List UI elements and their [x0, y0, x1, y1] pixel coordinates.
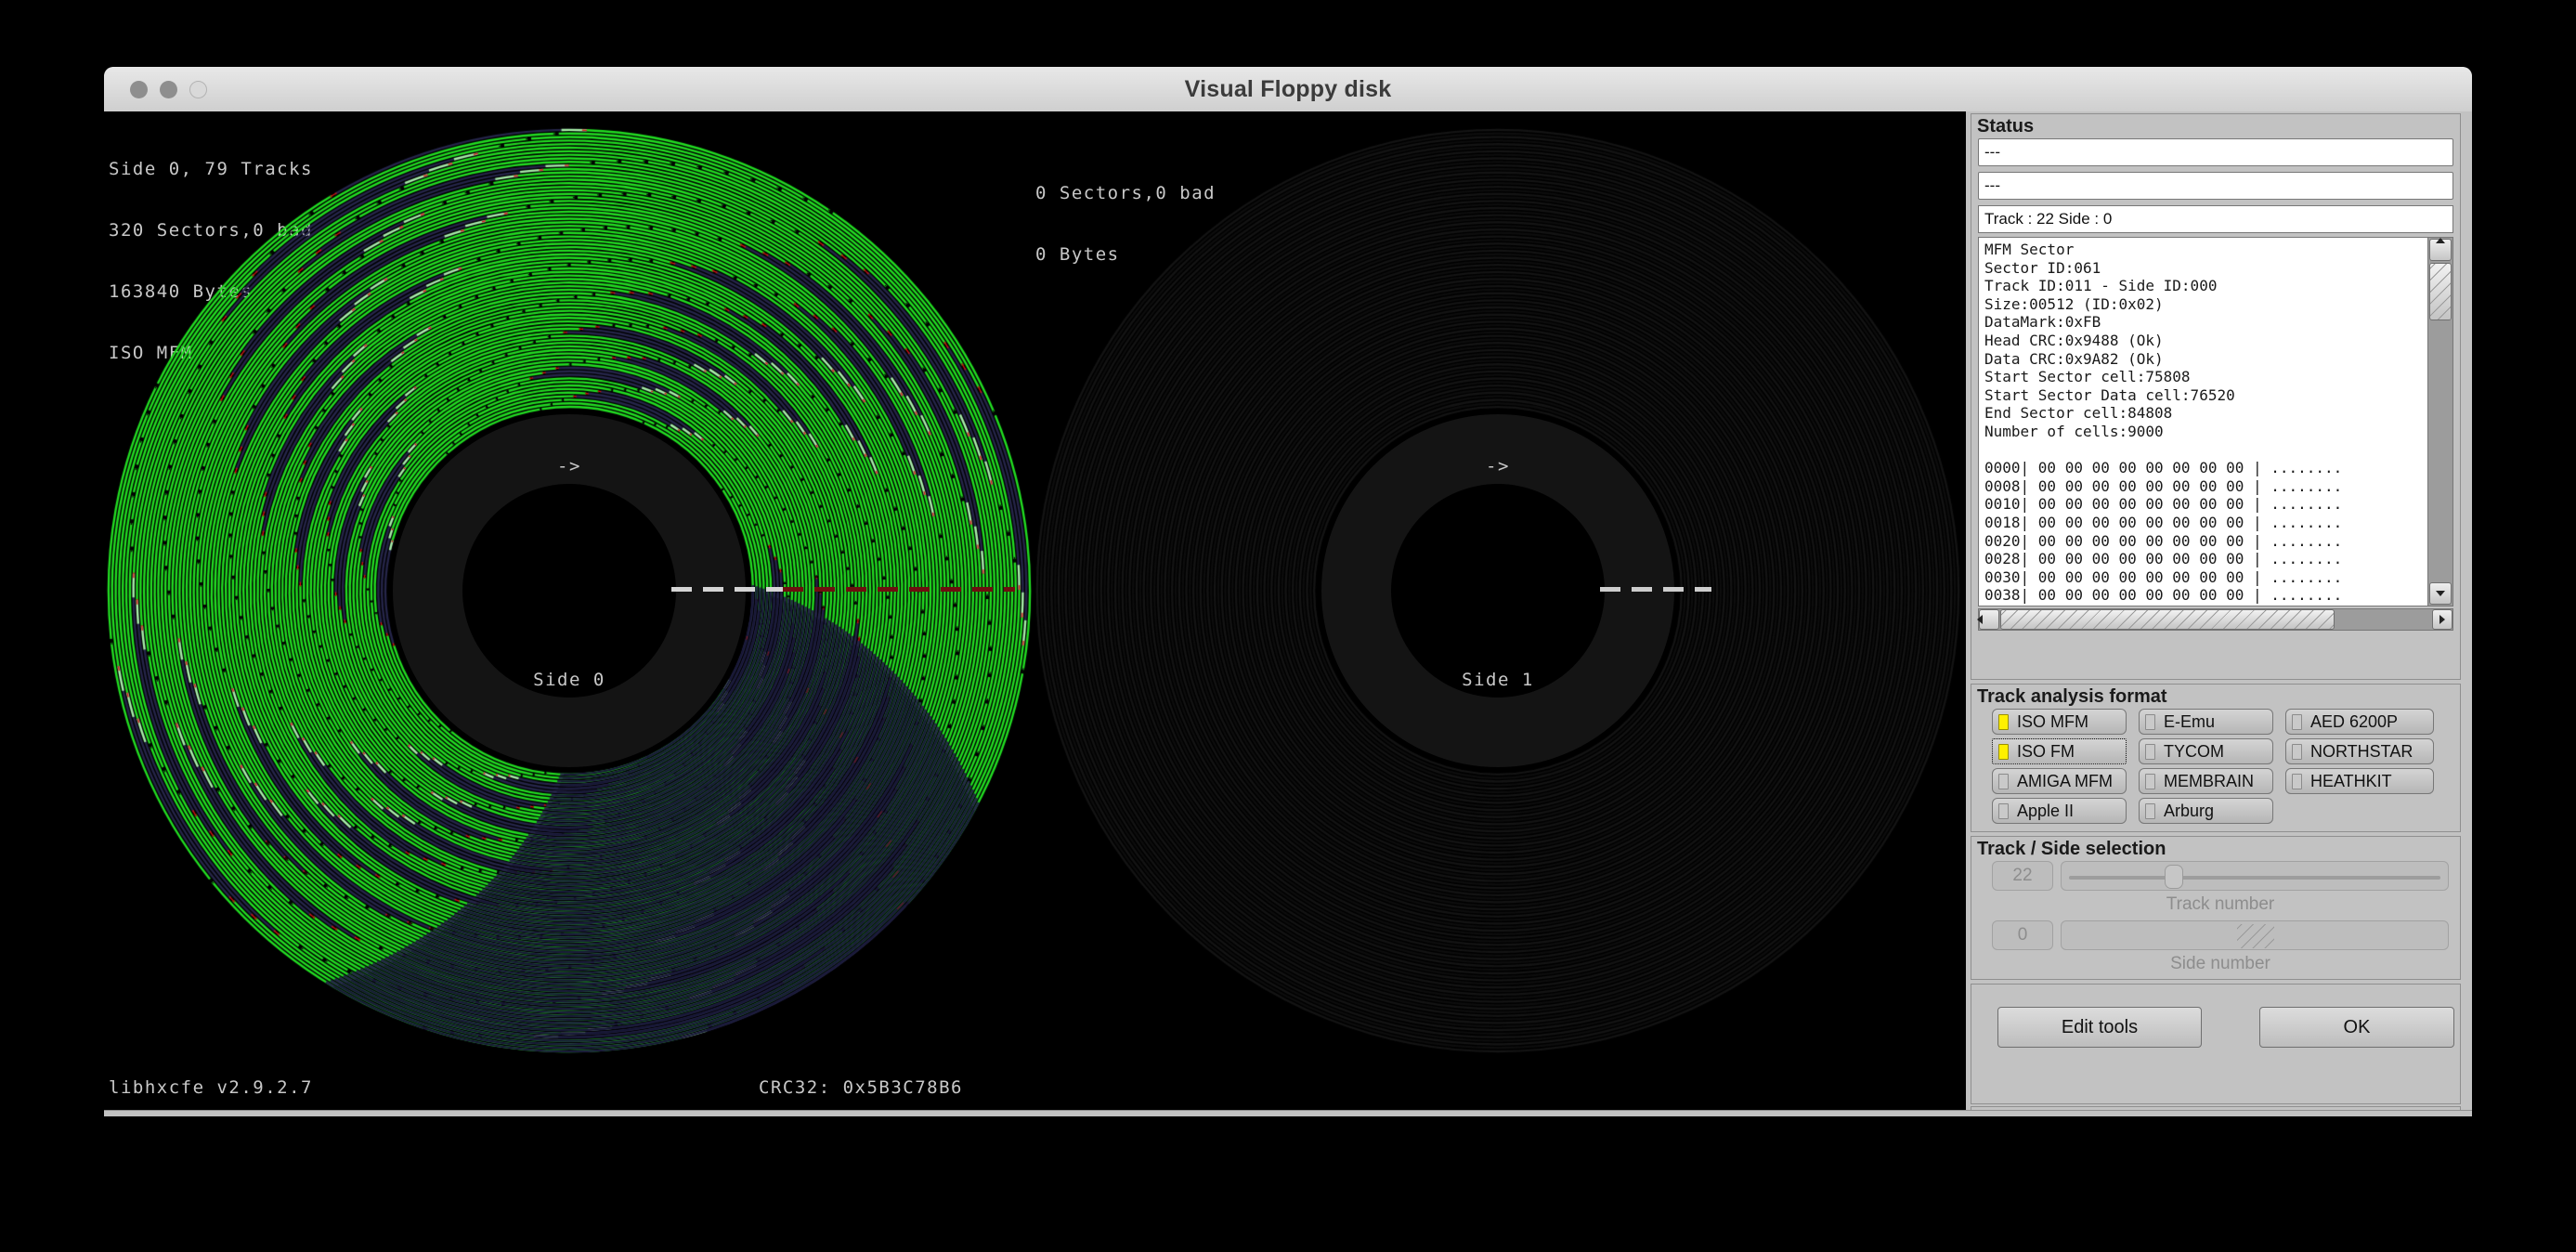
format-option-arburg[interactable]: Arburg	[2139, 798, 2273, 824]
sector-info-horizontal-scrollbar[interactable]	[1978, 608, 2453, 631]
side0-center-hole	[462, 484, 676, 698]
window-title: Visual Floppy disk	[104, 67, 2472, 111]
side1-index-line	[1600, 587, 1711, 592]
vertical-scroll-thumb[interactable]	[2429, 263, 2452, 320]
track-number-slider[interactable]	[2061, 861, 2449, 891]
format-option-label: AED 6200P	[2310, 712, 2398, 731]
format-option-tycom[interactable]: TYCOM	[2139, 738, 2273, 764]
side1-direction-arrow: ->	[1034, 456, 1962, 476]
checkbox-indicator-icon	[2145, 774, 2155, 789]
format-option-e-emu[interactable]: E-Emu	[2139, 709, 2273, 735]
checkbox-indicator-icon	[2292, 744, 2302, 760]
checkbox-indicator-icon	[1998, 774, 2009, 789]
track-analysis-format-group: Track analysis format ISO MFM ISO FM AMI…	[1971, 684, 2461, 832]
format-option-iso-mfm[interactable]: ISO MFM	[1992, 709, 2127, 735]
status-group: Status --- --- Track : 22 Side : 0 MFM S…	[1971, 113, 2461, 680]
scroll-down-icon[interactable]	[2429, 582, 2452, 605]
format-option-northstar[interactable]: NORTHSTAR	[2285, 738, 2434, 764]
checkbox-indicator-icon	[2145, 714, 2155, 730]
format-option-iso-fm[interactable]: ISO FM	[1992, 738, 2127, 764]
format-option-label: TYCOM	[2164, 742, 2224, 761]
side1-disk-platter[interactable]: -> Side 1	[1033, 123, 1963, 1059]
crc32-label: CRC32: 0x5B3C78B6	[759, 1077, 963, 1098]
side-number-slider[interactable]	[2061, 920, 2449, 950]
checkbox-indicator-icon	[2145, 803, 2155, 819]
sector-info-text: MFM Sector Sector ID:061 Track ID:011 - …	[1984, 241, 2342, 605]
format-option-apple-ii[interactable]: Apple II	[1992, 798, 2127, 824]
format-option-label: ISO FM	[2017, 742, 2075, 761]
side0-index-line	[671, 587, 783, 592]
side-number-value: 0	[1992, 920, 2053, 950]
track-side-status-field: Track : 22 Side : 0	[1978, 205, 2453, 233]
checkbox-indicator-icon	[1998, 744, 2009, 760]
checkbox-indicator-icon	[2292, 774, 2302, 789]
sector-info-vertical-scrollbar[interactable]	[2427, 238, 2452, 606]
checkbox-indicator-icon	[2145, 744, 2155, 760]
slider-knob[interactable]	[2165, 865, 2183, 889]
format-option-aed-6200p[interactable]: AED 6200P	[2285, 709, 2434, 735]
format-option-label: E-Emu	[2164, 712, 2215, 731]
track-number-label: Track number	[1992, 894, 2449, 915]
status-field-2: ---	[1978, 172, 2453, 200]
slider-knob[interactable]	[2237, 924, 2274, 948]
format-option-label: NORTHSTAR	[2310, 742, 2413, 761]
checkbox-indicator-icon	[1998, 714, 2009, 730]
right-side-panel: Status --- --- Track : 22 Side : 0 MFM S…	[1966, 111, 2472, 1110]
format-option-label: AMIGA MFM	[2017, 772, 2113, 790]
format-option-label: Arburg	[2164, 802, 2214, 820]
action-buttons-group: Edit tools OK	[1971, 984, 2461, 1104]
window-titlebar: Visual Floppy disk	[104, 67, 2472, 112]
sector-info-textbox[interactable]: MFM Sector Sector ID:061 Track ID:011 - …	[1978, 237, 2453, 606]
scroll-right-icon[interactable]	[2432, 609, 2452, 630]
side0-index-line-trail	[783, 587, 1015, 592]
side0-disk-platter[interactable]: -> Side 0	[104, 123, 1034, 1059]
library-version-label: libhxcfe v2.9.2.7	[109, 1077, 313, 1098]
disk-visualization-canvas[interactable]: Side 0, 79 Tracks 320 Sectors,0 bad 1638…	[104, 111, 1966, 1110]
scroll-left-icon[interactable]	[1979, 609, 1999, 630]
format-option-heathkit[interactable]: HEATHKIT	[2285, 768, 2434, 794]
horizontal-scroll-thumb[interactable]	[2000, 609, 2335, 630]
status-field-1: ---	[1978, 138, 2453, 166]
track-side-selection-group: Track / Side selection 22 Track number 0…	[1971, 836, 2461, 980]
format-option-label: Apple II	[2017, 802, 2074, 820]
side-number-label: Side number	[1992, 954, 2449, 974]
view-toolbar: View 85.00 x offset (% of the track len)…	[104, 1110, 2472, 1116]
format-option-membrain[interactable]: MEMBRAIN	[2139, 768, 2273, 794]
side0-center-label: Side 0	[105, 670, 1034, 690]
slider-groove	[2069, 876, 2440, 880]
track-analysis-format-title: Track analysis format	[1977, 686, 2167, 708]
track-side-selection-title: Track / Side selection	[1977, 839, 2166, 860]
format-option-label: ISO MFM	[2017, 712, 2088, 731]
side1-center-label: Side 1	[1034, 670, 1962, 690]
visual-floppy-disk-window: Visual Floppy disk Side 0, 79 Tracks 320…	[104, 67, 2472, 1116]
ok-button[interactable]: OK	[2259, 1007, 2454, 1048]
format-option-label: HEATHKIT	[2310, 772, 2392, 790]
checkbox-indicator-icon	[1998, 803, 2009, 819]
track-number-value: 22	[1992, 861, 2053, 891]
side1-center-hole	[1391, 484, 1605, 698]
edit-tools-button[interactable]: Edit tools	[1997, 1007, 2202, 1048]
side0-direction-arrow: ->	[105, 456, 1034, 476]
status-group-title: Status	[1977, 116, 2034, 137]
format-option-label: MEMBRAIN	[2164, 772, 2254, 790]
checkbox-indicator-icon	[2292, 714, 2302, 730]
scroll-up-icon[interactable]	[2429, 239, 2452, 261]
format-option-amiga-mfm[interactable]: AMIGA MFM	[1992, 768, 2127, 794]
